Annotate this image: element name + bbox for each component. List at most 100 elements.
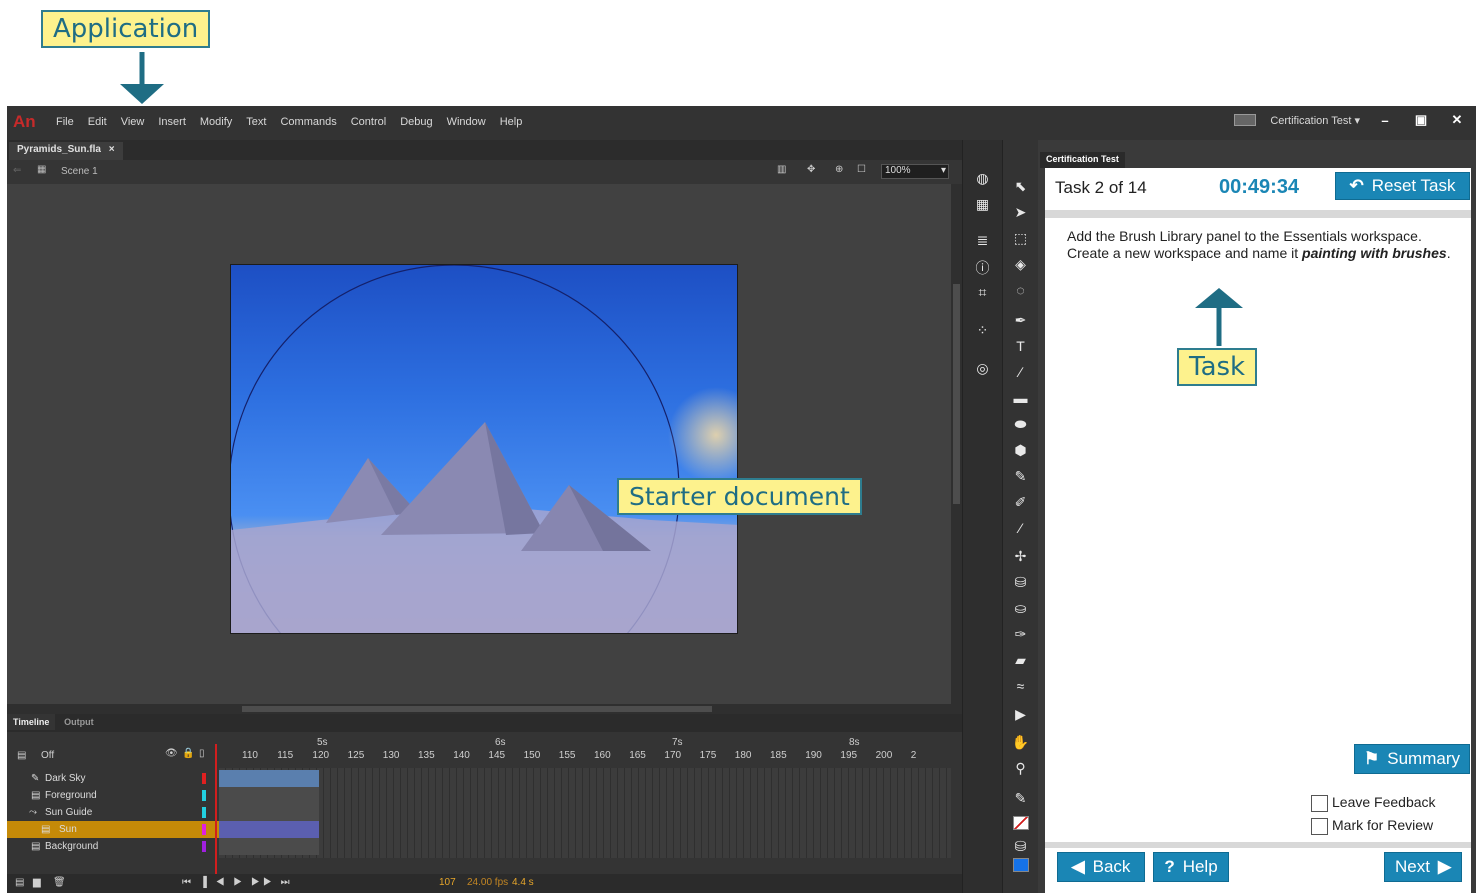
horizontal-scroll-thumb[interactable] [242,706,712,712]
show-hide-icon[interactable]: 👁 [165,748,178,759]
summary-button[interactable]: ⚑ Summary [1354,744,1470,774]
oval-tool-icon[interactable]: ⬬ [1003,416,1038,433]
brush-tool-icon[interactable]: ⁄ [1003,520,1038,536]
stage-vertical-scrollbar[interactable] [951,184,962,704]
menu-debug[interactable]: Debug [393,116,439,128]
paint-brush-icon[interactable]: ✐ [1003,494,1038,511]
selection-tool-icon[interactable]: ⬉ [1003,178,1038,195]
playhead[interactable] [215,744,217,884]
reset-task-button[interactable]: ↶ Reset Task [1335,172,1470,200]
layer-color-swatch[interactable] [202,841,206,852]
motion-presets-icon[interactable]: ⁘ [963,322,1002,339]
library-icon[interactable]: ▦ [963,196,1002,213]
color-icon[interactable]: ◎ [963,360,1002,377]
bone-tool-icon[interactable]: ✢ [1003,548,1038,565]
polystar-tool-icon[interactable]: ⬢ [1003,442,1038,459]
menu-text[interactable]: Text [239,116,273,128]
ruler-seconds-label: 6s [495,737,506,748]
stage-canvas[interactable] [230,264,738,634]
center-stage-icon[interactable]: ⊕ [835,164,843,175]
certification-tab[interactable]: Certification Test [1040,152,1125,168]
menu-window[interactable]: Window [440,116,493,128]
timeline-ruler[interactable]: 110 115 120 125 130 135 140 145 150 155 160 165 170 1… [217,732,962,768]
eyedropper-icon[interactable]: ✑ [1003,626,1038,643]
tab-output[interactable]: Output [58,714,100,730]
restore-button[interactable]: ▣ [1410,112,1432,128]
help-button[interactable]: ? Help [1153,852,1229,882]
free-transform-icon[interactable]: ⬚ [1003,230,1038,247]
layer-row[interactable]: ▤ Background [7,838,222,855]
menu-control[interactable]: Control [344,116,393,128]
stroke-swatch[interactable] [1013,816,1029,830]
close-tab-icon[interactable]: × [109,144,115,155]
info-icon[interactable]: ⓘ [963,258,1002,278]
edit-symbols-icon[interactable]: ▥ [777,164,786,175]
line-tool-icon[interactable]: ∕ [1003,364,1038,380]
eraser-icon[interactable]: ▰ [1003,652,1038,669]
fill-color-icon[interactable]: ⛁ [1003,838,1038,855]
document-tab[interactable]: Pyramids_Sun.fla × [9,142,123,160]
onion-skin-icon[interactable]: ▤ [17,750,26,761]
layer-row-selected[interactable]: ▤ Sun [7,821,222,838]
outline-icon[interactable]: ▯ [199,748,205,759]
close-button[interactable]: ✕ [1446,112,1468,128]
playback-controls[interactable]: ⏮ ▐ ◀ ▶ ▶▶ ⏭ [182,877,293,888]
zoom-select[interactable]: 100% ▾ [881,164,949,179]
new-layer-icon[interactable]: ▤ [15,877,24,888]
paint-bucket-icon[interactable]: ⛁ [1003,574,1038,591]
mark-for-review-checkbox[interactable]: Mark for Review [1311,817,1433,835]
back-button[interactable]: ◀ Back [1057,852,1145,882]
menu-help[interactable]: Help [493,116,530,128]
3d-rotation-icon[interactable]: ◈ [1003,256,1038,273]
layer-icon: ▤ [31,841,41,852]
workspace-switcher[interactable]: Certification Test ▾ [1270,114,1360,127]
layer-row[interactable]: ✎ Dark Sky [7,770,222,787]
lasso-icon[interactable]: ◌ [1003,282,1038,298]
feedback-checkbox-box[interactable] [1311,794,1328,812]
text-tool-icon[interactable]: T [1003,338,1038,354]
gamepad-icon[interactable] [1234,114,1257,126]
layer-row[interactable]: ⤳ Sun Guide [7,804,222,821]
layer-color-swatch[interactable] [202,773,206,784]
fill-swatch[interactable] [1013,858,1029,872]
frame-grid[interactable] [219,768,951,858]
rectangle-tool-icon[interactable]: ▬ [1003,390,1038,406]
pencil-tool-icon[interactable]: ✎ [1003,468,1038,485]
delete-icon[interactable]: 🗑 [53,877,66,888]
next-button[interactable]: Next ▶ [1384,852,1462,882]
minimize-button[interactable]: – [1374,113,1396,128]
menu-modify[interactable]: Modify [193,116,239,128]
layer-color-swatch[interactable] [202,790,206,801]
workspace-name-text: painting with brushes [1302,245,1447,261]
hand-tool-icon[interactable]: ✋ [1003,734,1038,751]
width-tool-icon[interactable]: ≈ [1003,678,1038,694]
subselection-tool-icon[interactable]: ➤ [1003,204,1038,221]
layer-color-swatch[interactable] [202,807,206,818]
lock-icon[interactable]: 🔒 [182,748,194,759]
transform-icon[interactable]: ⌗ [963,284,1002,301]
zoom-tool-icon[interactable]: ⚲ [1003,760,1038,777]
vertical-scroll-thumb[interactable] [953,284,960,504]
ink-bottle-icon[interactable]: ⛀ [1003,600,1038,617]
edit-scene-icon[interactable]: ✥ [807,164,815,175]
menu-commands[interactable]: Commands [273,116,343,128]
menu-view[interactable]: View [114,116,152,128]
camera-icon[interactable]: ▶ [1003,706,1038,723]
menu-insert[interactable]: Insert [151,116,193,128]
clip-content-icon[interactable]: ☐ [857,164,866,175]
layer-color-swatch[interactable] [202,824,206,835]
menu-edit[interactable]: Edit [81,116,114,128]
new-folder-icon[interactable]: ▆ [33,877,41,888]
scene-label[interactable]: Scene 1 [61,166,98,177]
swatches-icon[interactable]: ◍ [963,170,1002,187]
align-icon[interactable]: ≣ [963,232,1002,249]
pen-tool-icon[interactable]: ✒ [1003,312,1038,329]
leave-feedback-checkbox[interactable]: Leave Feedback [1311,794,1436,812]
review-checkbox-box[interactable] [1311,817,1328,835]
stage-horizontal-scrollbar[interactable] [7,704,962,714]
menu-file[interactable]: File [49,116,81,128]
layer-row[interactable]: ▤ Foreground [7,787,222,804]
back-arrow-icon[interactable]: ⇐ [13,165,21,176]
tab-timeline[interactable]: Timeline [7,714,56,730]
stroke-color-icon[interactable]: ✎ [1003,790,1038,807]
